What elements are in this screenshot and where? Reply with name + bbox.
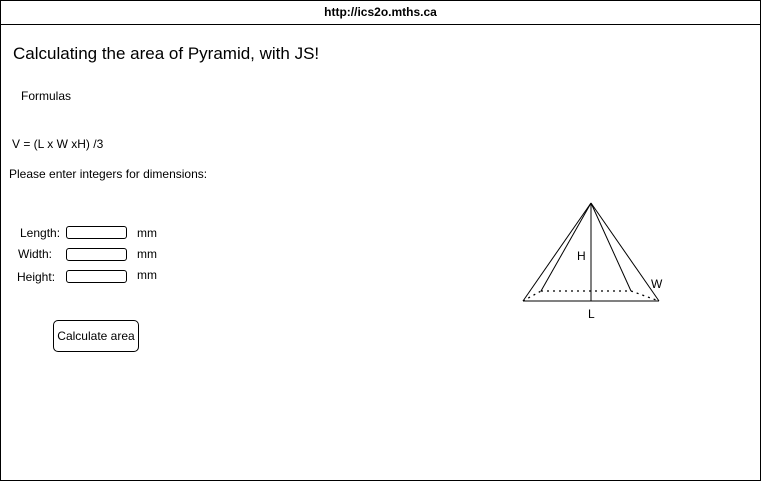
width-input[interactable] — [66, 248, 127, 261]
pyramid-label-l: L — [588, 307, 595, 321]
height-unit: mm — [137, 268, 157, 282]
length-input[interactable] — [66, 226, 127, 239]
browser-window: http://ics2o.mths.ca Calculating the are… — [0, 0, 761, 481]
formulas-heading: Formulas — [21, 89, 72, 103]
calculate-area-button[interactable]: Calculate area — [53, 320, 139, 352]
width-unit: mm — [137, 247, 157, 261]
height-input[interactable] — [66, 270, 127, 283]
pyramid-edge-right-front — [590, 202, 660, 302]
height-label: Height: — [17, 270, 56, 284]
pyramid-diagram: H W L — [522, 202, 663, 321]
volume-formula: V = (L x W xH) /3 — [12, 137, 104, 151]
length-label: Length: — [20, 226, 61, 240]
pyramid-label-h: H — [577, 249, 586, 263]
page-title: Calculating the area of Pyramid, with JS… — [13, 44, 320, 63]
pyramid-edge-left-back — [540, 202, 592, 292]
length-unit: mm — [137, 226, 157, 240]
address-bar[interactable]: http://ics2o.mths.ca — [1, 1, 760, 25]
pyramid-base-right-edge — [630, 290, 660, 302]
pyramid-label-w: W — [651, 277, 663, 291]
width-label: Width: — [18, 247, 53, 261]
pyramid-edge-right-back — [590, 202, 632, 292]
dimensions-prompt: Please enter integers for dimensions: — [9, 167, 208, 181]
pyramid-base-left-edge — [522, 290, 542, 302]
